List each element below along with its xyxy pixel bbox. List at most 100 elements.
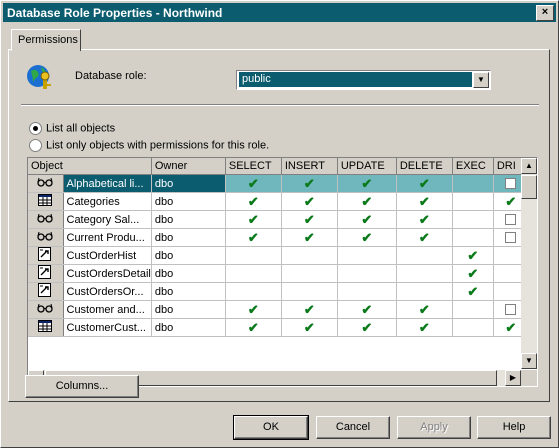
delete-permission-cell[interactable]: ✔ — [396, 192, 453, 211]
column-header-insert[interactable]: INSERT — [281, 158, 338, 175]
column-header-owner[interactable]: Owner — [151, 158, 226, 175]
exec-permission-cell[interactable]: ✔ — [452, 282, 494, 301]
checkmark-icon[interactable]: ✔ — [419, 194, 430, 209]
checkmark-icon[interactable]: ✔ — [304, 302, 315, 317]
table-row[interactable]: Alphabetical li... dbo ✔ ✔ ✔ ✔ — [28, 174, 532, 193]
checkmark-icon[interactable]: ✔ — [419, 212, 430, 227]
radio-selected-icon[interactable] — [29, 122, 42, 135]
select-permission-cell[interactable]: ✔ — [225, 300, 282, 319]
exec-permission-cell[interactable]: ✔ — [452, 264, 494, 283]
title-bar[interactable]: Database Role Properties - Northwind × — [3, 3, 556, 22]
checkmark-icon[interactable]: ✔ — [248, 230, 259, 245]
object-name-cell[interactable]: Customer and... — [63, 300, 152, 319]
chevron-down-icon[interactable]: ▼ — [473, 72, 489, 88]
delete-permission-cell[interactable]: ✔ — [396, 300, 453, 319]
insert-permission-cell[interactable]: ✔ — [281, 210, 338, 229]
checkmark-icon[interactable]: ✔ — [248, 176, 259, 191]
update-permission-cell[interactable]: ✔ — [337, 174, 397, 193]
checkmark-icon[interactable]: ✔ — [419, 230, 430, 245]
update-permission-cell[interactable]: ✔ — [337, 318, 397, 337]
insert-permission-cell[interactable]: ✔ — [281, 192, 338, 211]
delete-permission-cell[interactable]: ✔ — [396, 210, 453, 229]
object-name-cell[interactable]: Category Sal... — [63, 210, 152, 229]
column-header-object[interactable]: Object — [28, 158, 152, 175]
column-header-update[interactable]: UPDATE — [337, 158, 397, 175]
object-name-cell[interactable]: Current Produ... — [63, 228, 152, 247]
tab-permissions[interactable]: Permissions — [11, 29, 81, 51]
checkmark-icon[interactable]: ✔ — [361, 212, 372, 227]
select-permission-cell[interactable]: ✔ — [225, 318, 282, 337]
select-permission-cell[interactable]: ✔ — [225, 192, 282, 211]
checkbox-empty-icon[interactable] — [505, 232, 517, 244]
checkbox-empty-icon[interactable] — [505, 304, 517, 316]
select-permission-cell[interactable]: ✔ — [225, 174, 282, 193]
checkmark-icon[interactable]: ✔ — [304, 194, 315, 209]
checkmark-icon[interactable]: ✔ — [248, 302, 259, 317]
insert-permission-cell[interactable]: ✔ — [281, 174, 338, 193]
ok-button[interactable]: OK — [233, 415, 309, 440]
checkmark-icon[interactable]: ✔ — [419, 302, 430, 317]
checkmark-icon[interactable]: ✔ — [248, 320, 259, 335]
object-name-cell[interactable]: Categories — [63, 192, 152, 211]
table-row[interactable]: CustOrdersDetail dbo ✔ — [28, 264, 532, 283]
help-button[interactable]: Help — [477, 416, 551, 439]
delete-permission-cell[interactable]: ✔ — [396, 228, 453, 247]
object-name-cell[interactable]: CustOrdersOr... — [63, 282, 152, 301]
checkmark-icon[interactable]: ✔ — [361, 230, 372, 245]
checkmark-icon[interactable]: ✔ — [361, 320, 372, 335]
scroll-right-icon[interactable]: ▶ — [505, 370, 521, 386]
checkmark-icon[interactable]: ✔ — [304, 230, 315, 245]
columns-button[interactable]: Columns... — [25, 375, 139, 398]
table-row[interactable]: CustomerCust... dbo ✔ ✔ ✔ ✔ ✔ — [28, 318, 532, 337]
apply-button[interactable]: Apply — [397, 416, 471, 439]
checkbox-empty-icon[interactable] — [505, 178, 517, 190]
object-name-cell[interactable]: CustOrdersDetail — [63, 264, 152, 283]
checkmark-icon[interactable]: ✔ — [419, 176, 430, 191]
vertical-scrollbar[interactable]: ▲ ▼ — [521, 158, 537, 369]
select-permission-cell[interactable]: ✔ — [225, 228, 282, 247]
object-name-cell[interactable]: Alphabetical li... — [63, 174, 152, 193]
database-role-dropdown[interactable]: public ▼ — [236, 70, 491, 90]
update-permission-cell[interactable]: ✔ — [337, 300, 397, 319]
delete-permission-cell[interactable]: ✔ — [396, 318, 453, 337]
exec-permission-cell[interactable]: ✔ — [452, 246, 494, 265]
checkmark-icon[interactable]: ✔ — [419, 320, 430, 335]
update-permission-cell[interactable]: ✔ — [337, 210, 397, 229]
object-name-cell[interactable]: CustOrderHist — [63, 246, 152, 265]
table-row[interactable]: CustOrdersOr... dbo ✔ — [28, 282, 532, 301]
cancel-button[interactable]: Cancel — [316, 416, 390, 439]
insert-permission-cell[interactable]: ✔ — [281, 318, 338, 337]
checkmark-icon[interactable]: ✔ — [467, 284, 478, 299]
checkmark-icon[interactable]: ✔ — [248, 194, 259, 209]
checkmark-icon[interactable]: ✔ — [361, 194, 372, 209]
checkmark-icon[interactable]: ✔ — [304, 212, 315, 227]
scroll-up-icon[interactable]: ▲ — [521, 158, 537, 174]
list-all-objects-option[interactable]: List all objects — [29, 122, 115, 135]
insert-permission-cell[interactable]: ✔ — [281, 228, 338, 247]
column-header-delete[interactable]: DELETE — [396, 158, 453, 175]
radio-unselected-icon[interactable] — [29, 139, 42, 152]
checkmark-icon[interactable]: ✔ — [361, 176, 372, 191]
vertical-scroll-thumb[interactable] — [521, 175, 537, 199]
close-button[interactable]: × — [536, 5, 554, 21]
checkbox-empty-icon[interactable] — [505, 214, 517, 226]
update-permission-cell[interactable]: ✔ — [337, 192, 397, 211]
select-permission-cell[interactable]: ✔ — [225, 210, 282, 229]
update-permission-cell[interactable]: ✔ — [337, 228, 397, 247]
table-row[interactable]: CustOrderHist dbo ✔ — [28, 246, 532, 265]
delete-permission-cell[interactable]: ✔ — [396, 174, 453, 193]
scroll-down-icon[interactable]: ▼ — [521, 353, 537, 369]
checkmark-icon[interactable]: ✔ — [467, 248, 478, 263]
checkmark-icon[interactable]: ✔ — [361, 302, 372, 317]
column-header-exec[interactable]: EXEC — [452, 158, 494, 175]
checkmark-icon[interactable]: ✔ — [248, 212, 259, 227]
table-row[interactable]: Current Produ... dbo ✔ ✔ ✔ ✔ — [28, 228, 532, 247]
table-row[interactable]: Categories dbo ✔ ✔ ✔ ✔ ✔ — [28, 192, 532, 211]
checkmark-icon[interactable]: ✔ — [505, 320, 516, 335]
insert-permission-cell[interactable]: ✔ — [281, 300, 338, 319]
column-header-select[interactable]: SELECT — [225, 158, 282, 175]
checkmark-icon[interactable]: ✔ — [304, 176, 315, 191]
object-name-cell[interactable]: CustomerCust... — [63, 318, 152, 337]
list-permitted-objects-option[interactable]: List only objects with permissions for t… — [29, 139, 269, 152]
checkmark-icon[interactable]: ✔ — [467, 266, 478, 281]
